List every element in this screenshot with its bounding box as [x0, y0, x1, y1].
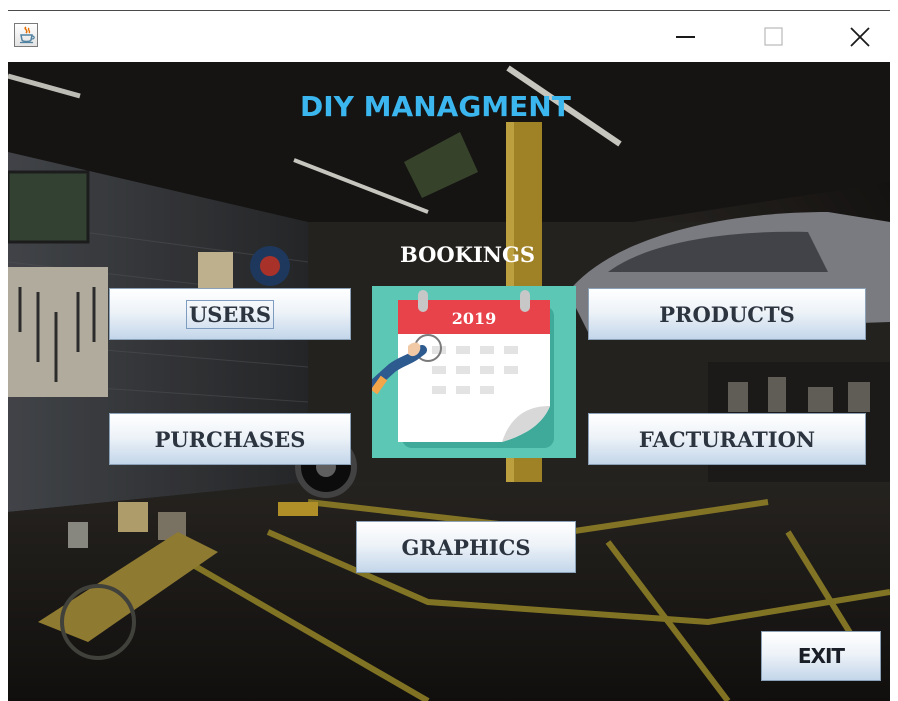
- java-coffee-cup-icon[interactable]: [14, 23, 38, 47]
- users-button-label: USERS: [185, 299, 275, 329]
- exit-button-label: EXIT: [797, 644, 845, 668]
- close-button[interactable]: [830, 11, 890, 62]
- title-bar[interactable]: [8, 11, 890, 62]
- products-button-label: PRODUCTS: [659, 301, 795, 327]
- bookings-label: BOOKINGS: [400, 242, 536, 267]
- calendar-year-text: 2019: [452, 309, 497, 328]
- users-button[interactable]: USERS: [109, 288, 351, 340]
- facturation-button[interactable]: FACTURATION: [588, 413, 866, 465]
- products-button[interactable]: PRODUCTS: [588, 288, 866, 340]
- bookings-calendar-button[interactable]: 2019: [367, 286, 576, 458]
- close-icon: [850, 27, 870, 47]
- graphics-button[interactable]: GRAPHICS: [356, 521, 576, 573]
- minimize-button[interactable]: [656, 11, 716, 62]
- app-window: DIY MANAGMENT BOOKINGS USERS 2019 PRODUC…: [0, 0, 898, 701]
- main-panel: DIY MANAGMENT BOOKINGS USERS 2019 PRODUC…: [8, 62, 890, 701]
- purchases-button-label: PURCHASES: [154, 426, 306, 452]
- maximize-button[interactable]: [744, 11, 804, 62]
- maximize-icon: [764, 27, 783, 46]
- calendar-icon: 2019: [367, 286, 576, 458]
- minimize-icon: [676, 36, 695, 38]
- graphics-button-label: GRAPHICS: [401, 534, 531, 560]
- app-title: DIY MANAGMENT: [300, 90, 571, 123]
- exit-button[interactable]: EXIT: [761, 631, 881, 681]
- facturation-button-label: FACTURATION: [638, 426, 816, 452]
- purchases-button[interactable]: PURCHASES: [109, 413, 351, 465]
